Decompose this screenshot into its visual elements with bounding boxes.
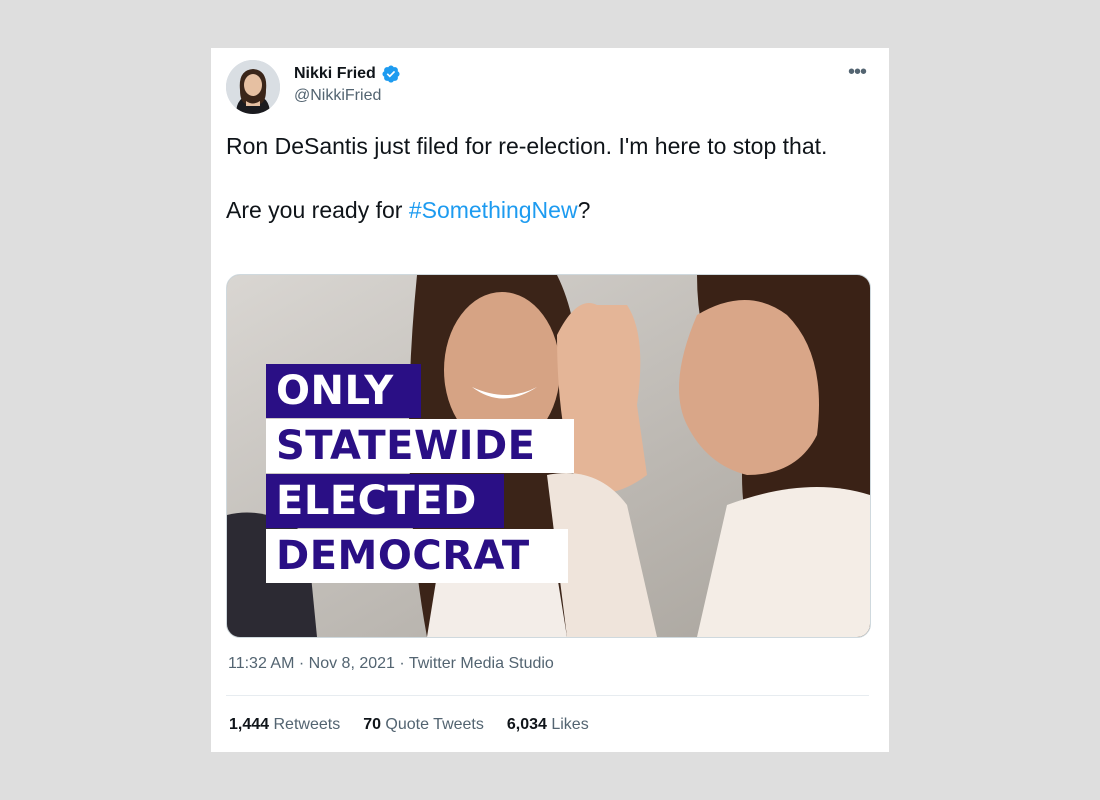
tweet-text-line2: Are you ready for #SomethingNew? bbox=[226, 194, 874, 226]
author-handle[interactable]: @NikkiFried bbox=[294, 87, 381, 105]
overlay-line-2: STATEWIDE bbox=[266, 419, 574, 473]
meta-separator: · bbox=[294, 655, 309, 672]
meta-separator: · bbox=[394, 655, 409, 672]
retweets-stat[interactable]: 1,444 Retweets bbox=[229, 716, 340, 734]
media-overlay-text: ONLY STATEWIDE ELECTED DEMOCRAT bbox=[266, 364, 574, 584]
tweet-metadata: 11:32 AM · Nov 8, 2021 · Twitter Media S… bbox=[228, 655, 554, 673]
tweet-time[interactable]: 11:32 AM bbox=[228, 655, 294, 672]
quote-tweets-count: 70 bbox=[363, 716, 381, 733]
tweet-text: Ron DeSantis just filed for re-election.… bbox=[226, 130, 874, 226]
likes-stat[interactable]: 6,034 Likes bbox=[507, 716, 589, 734]
tweet-card: Nikki Fried @NikkiFried ••• Ron DeSantis… bbox=[211, 48, 889, 752]
divider bbox=[226, 695, 869, 696]
quote-tweets-label: Quote Tweets bbox=[380, 716, 484, 733]
overlay-line-4: DEMOCRAT bbox=[266, 529, 568, 583]
likes-count: 6,034 bbox=[506, 716, 547, 733]
avatar[interactable] bbox=[226, 60, 280, 114]
more-horizontal-icon[interactable]: ••• bbox=[848, 62, 867, 82]
tweet-source[interactable]: Twitter Media Studio bbox=[409, 655, 554, 672]
retweets-count: 1,444 bbox=[229, 716, 270, 733]
tweet-stats: 1,444 Retweets 70 Quote Tweets 6,034 Lik… bbox=[229, 716, 589, 734]
verified-badge-icon bbox=[381, 64, 401, 84]
tweet-text-line1: Ron DeSantis just filed for re-election.… bbox=[226, 133, 828, 159]
hashtag-link[interactable]: #SomethingNew bbox=[409, 197, 578, 223]
likes-label: Likes bbox=[546, 716, 589, 733]
tweet-text-prefix: Are you ready for bbox=[226, 197, 409, 223]
tweet-date[interactable]: Nov 8, 2021 bbox=[309, 655, 395, 672]
overlay-line-3: ELECTED bbox=[266, 474, 504, 528]
overlay-line-1: ONLY bbox=[266, 364, 421, 418]
author-name[interactable]: Nikki Fried bbox=[294, 65, 376, 83]
author-name-row[interactable]: Nikki Fried bbox=[294, 64, 401, 84]
tweet-text-suffix: ? bbox=[577, 197, 591, 223]
tweet-media[interactable]: ONLY STATEWIDE ELECTED DEMOCRAT bbox=[226, 274, 871, 638]
quote-tweets-stat[interactable]: 70 Quote Tweets bbox=[363, 716, 484, 734]
avatar-image bbox=[226, 60, 280, 114]
retweets-label: Retweets bbox=[269, 716, 341, 733]
